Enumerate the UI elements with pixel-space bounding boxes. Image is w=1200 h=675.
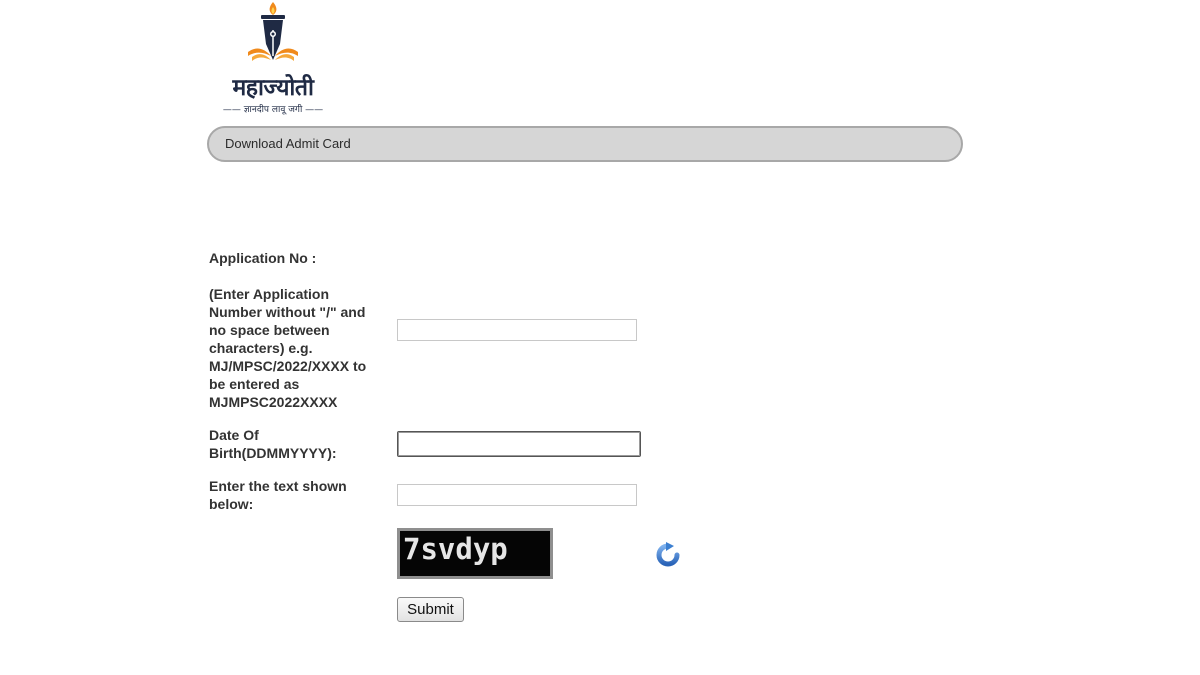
dob-label: Date Of Birth(DDMMYYYY): bbox=[209, 427, 337, 461]
captcha-image: 7svdyp bbox=[397, 528, 553, 579]
logo-title: महाज्योती bbox=[232, 75, 314, 101]
captcha-input[interactable] bbox=[397, 484, 637, 506]
pen-nib-logo-icon bbox=[248, 2, 298, 61]
tagline-rule-right: —— bbox=[305, 105, 324, 115]
refresh-icon[interactable] bbox=[655, 542, 681, 568]
logo: महाज्योती —— ज्ञानदीप लावू जगी —— bbox=[214, 0, 332, 120]
header-bar: Download Admit Card bbox=[207, 126, 963, 162]
dob-input[interactable] bbox=[397, 431, 641, 457]
application-no-input[interactable] bbox=[397, 319, 637, 341]
captcha-label: Enter the text shown below: bbox=[209, 478, 347, 512]
application-no-hint: (Enter Application Number without "/" an… bbox=[209, 286, 367, 410]
submit-button[interactable]: Submit bbox=[397, 597, 464, 622]
page-title: Download Admit Card bbox=[225, 136, 351, 151]
tagline-text: ज्ञानदीप लावू जगी bbox=[243, 105, 303, 115]
captcha-text: 7svdyp bbox=[403, 532, 508, 566]
application-no-label: Application No : bbox=[209, 250, 317, 266]
logo-tagline: —— ज्ञानदीप लावू जगी —— bbox=[214, 102, 332, 115]
tagline-rule-left: —— bbox=[222, 105, 241, 115]
